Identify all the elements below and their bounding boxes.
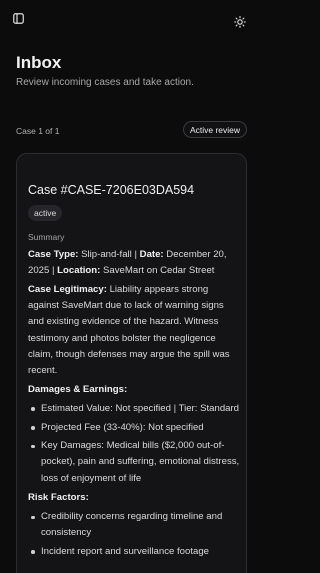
legitimacy-text: Liability appears strong against SaveMar… xyxy=(28,283,230,376)
case-details: Case Type: Slip-and-fall | Date: Decembe… xyxy=(28,247,240,279)
case-count: Case 1 of 1 xyxy=(16,126,60,136)
case-type-label: Case Type: xyxy=(28,249,79,260)
theme-toggle-button[interactable] xyxy=(229,11,251,33)
list-item: Projected Fee (33-40%): Not specified xyxy=(28,420,240,436)
location-label: Location: xyxy=(57,265,101,277)
damages-list: Estimated Value: Not specified | Tier: S… xyxy=(28,401,240,487)
list-item: Estimated Value: Not specified | Tier: S… xyxy=(28,401,240,417)
risk-list: Credibility concerns regarding timeline … xyxy=(28,509,240,560)
list-item: Credibility concerns regarding timeline … xyxy=(28,509,240,541)
page-subtitle: Review incoming cases and take action. xyxy=(16,77,194,88)
sun-icon xyxy=(234,16,246,28)
damages-heading: Damages & Earnings: xyxy=(28,383,128,395)
risk-heading: Risk Factors: xyxy=(28,491,89,503)
case-title: Case #CASE-7206E03DA594 xyxy=(28,183,195,197)
legitimacy-label: Case Legitimacy: xyxy=(28,283,107,295)
sidebar-toggle-button[interactable] xyxy=(7,7,29,29)
date-label: Date: xyxy=(139,249,164,260)
top-bar xyxy=(0,0,262,40)
page-title: Inbox xyxy=(16,53,62,72)
active-review-button[interactable]: Active review xyxy=(183,121,247,138)
case-card: Case #CASE-7206E03DA594 active Summary C… xyxy=(16,153,247,573)
status-badge: active xyxy=(28,205,63,221)
case-legitimacy: Case Legitimacy: Liability appears stron… xyxy=(28,282,240,379)
list-item: Incident report and surveillance footage xyxy=(28,544,240,560)
summary-label: Summary xyxy=(28,232,65,242)
list-item: Key Damages: Medical bills ($2,000 out-o… xyxy=(28,438,240,487)
sidebar-toggle-icon xyxy=(12,12,24,24)
case-summary: Case Type: Slip-and-fall | Date: Decembe… xyxy=(28,247,240,563)
case-type-value: Slip-and-fall | xyxy=(78,249,140,260)
location-value: SaveMart on Cedar Street xyxy=(100,265,215,277)
